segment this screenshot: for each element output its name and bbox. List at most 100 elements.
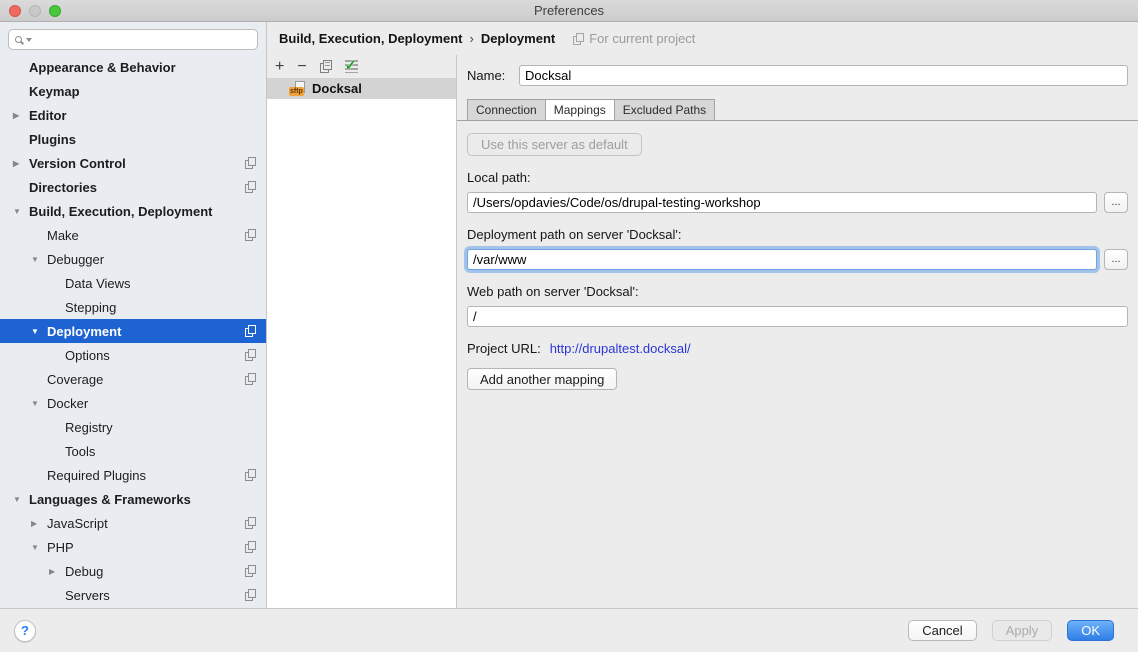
local-path-browse-button[interactable]: ... bbox=[1104, 192, 1128, 213]
tab-excluded-paths[interactable]: Excluded Paths bbox=[614, 99, 715, 120]
breadcrumb: Build, Execution, Deployment › Deploymen… bbox=[279, 31, 555, 46]
chevron-expanded-icon[interactable]: ▼ bbox=[12, 207, 29, 216]
shared-settings-icon bbox=[245, 349, 256, 361]
shared-settings-icon bbox=[245, 565, 256, 577]
server-panel: + − sftp Docksal bbox=[267, 55, 457, 608]
deployment-path-browse-button[interactable]: ... bbox=[1104, 249, 1128, 270]
sidebar-item-label: Servers bbox=[65, 588, 110, 603]
chevron-collapsed-icon[interactable]: ▶ bbox=[30, 519, 47, 528]
breadcrumb-separator: › bbox=[469, 31, 473, 46]
sidebar-item-label: Keymap bbox=[29, 84, 80, 99]
web-path-label: Web path on server 'Docksal': bbox=[467, 284, 1128, 299]
sidebar-item-label: Data Views bbox=[65, 276, 131, 291]
name-label: Name: bbox=[467, 68, 519, 83]
tabs-divider bbox=[457, 120, 1138, 121]
sidebar-item-required-plugins[interactable]: Required Plugins bbox=[0, 463, 266, 487]
sidebar-item-directories[interactable]: Directories bbox=[0, 175, 266, 199]
sidebar-item-options[interactable]: Options bbox=[0, 343, 266, 367]
sidebar-item-label: Build, Execution, Deployment bbox=[29, 204, 212, 219]
shared-settings-icon bbox=[245, 373, 256, 385]
web-path-row bbox=[467, 306, 1128, 327]
sidebar-item-label: Stepping bbox=[65, 300, 116, 315]
project-url-link[interactable]: http://drupaltest.docksal/ bbox=[550, 341, 691, 356]
chevron-expanded-icon[interactable]: ▼ bbox=[30, 255, 47, 264]
tab-connection[interactable]: Connection bbox=[467, 99, 546, 120]
local-path-input[interactable] bbox=[467, 192, 1097, 213]
sidebar-item-php[interactable]: ▼PHP bbox=[0, 535, 266, 559]
chevron-expanded-icon[interactable]: ▼ bbox=[30, 327, 47, 336]
remove-server-icon[interactable]: − bbox=[297, 59, 306, 75]
breadcrumb-parent[interactable]: Build, Execution, Deployment bbox=[279, 31, 462, 46]
sidebar-item-docker[interactable]: ▼Docker bbox=[0, 391, 266, 415]
sidebar-item-coverage[interactable]: Coverage bbox=[0, 367, 266, 391]
help-button[interactable]: ? bbox=[14, 620, 36, 642]
sidebar-item-label: Required Plugins bbox=[47, 468, 146, 483]
shared-settings-icon bbox=[245, 517, 256, 529]
deployment-path-label: Deployment path on server 'Docksal': bbox=[467, 227, 1128, 242]
shared-settings-icon bbox=[245, 541, 256, 553]
sidebar-item-make[interactable]: Make bbox=[0, 223, 266, 247]
chevron-collapsed-icon[interactable]: ▶ bbox=[12, 111, 29, 120]
sidebar-item-plugins[interactable]: Plugins bbox=[0, 127, 266, 151]
sidebar-item-label: Debugger bbox=[47, 252, 104, 267]
add-server-icon[interactable]: + bbox=[275, 59, 284, 75]
sidebar-item-debugger[interactable]: ▼Debugger bbox=[0, 247, 266, 271]
chevron-expanded-icon[interactable]: ▼ bbox=[30, 399, 47, 408]
shared-settings-icon bbox=[245, 469, 256, 481]
sidebar-item-appearance-behavior[interactable]: Appearance & Behavior bbox=[0, 55, 266, 79]
search-history-caret-icon[interactable] bbox=[26, 38, 32, 42]
sftp-server-icon: sftp bbox=[289, 81, 306, 97]
sidebar-item-version-control[interactable]: ▶Version Control bbox=[0, 151, 266, 175]
sidebar-item-keymap[interactable]: Keymap bbox=[0, 79, 266, 103]
deployment-path-row: ... bbox=[467, 249, 1128, 270]
preferences-window: Preferences Appearance & Behavior Keymap ▶… bbox=[0, 0, 1138, 652]
chevron-collapsed-icon[interactable]: ▶ bbox=[48, 567, 65, 576]
use-as-default-icon[interactable] bbox=[345, 60, 358, 73]
sidebar-item-tools[interactable]: Tools bbox=[0, 439, 266, 463]
panel-header: Build, Execution, Deployment › Deploymen… bbox=[267, 22, 1138, 55]
project-url-row: Project URL: http://drupaltest.docksal/ bbox=[467, 341, 1128, 356]
sidebar-item-deployment[interactable]: ▼Deployment bbox=[0, 319, 266, 343]
duplicate-server-icon[interactable] bbox=[320, 60, 332, 73]
sidebar-item-label: Directories bbox=[29, 180, 97, 195]
sidebar-item-servers[interactable]: Servers bbox=[0, 583, 266, 607]
sidebar-item-registry[interactable]: Registry bbox=[0, 415, 266, 439]
zoom-window-icon[interactable] bbox=[49, 5, 61, 17]
settings-search-box[interactable] bbox=[8, 29, 258, 50]
chevron-expanded-icon[interactable]: ▼ bbox=[30, 543, 47, 552]
local-path-row: ... bbox=[467, 192, 1128, 213]
sidebar-item-label: Version Control bbox=[29, 156, 126, 171]
server-item-docksal[interactable]: sftp Docksal bbox=[267, 78, 456, 99]
sidebar-item-stepping[interactable]: Stepping bbox=[0, 295, 266, 319]
apply-button[interactable]: Apply bbox=[992, 620, 1053, 641]
chevron-expanded-icon[interactable]: ▼ bbox=[12, 495, 29, 504]
window-title: Preferences bbox=[534, 3, 604, 18]
sidebar-item-label: Registry bbox=[65, 420, 113, 435]
footer-buttons: Cancel Apply OK bbox=[908, 620, 1114, 641]
server-item-label: Docksal bbox=[312, 81, 362, 96]
ok-button[interactable]: OK bbox=[1067, 620, 1114, 641]
server-list: sftp Docksal bbox=[267, 78, 456, 608]
search-input[interactable] bbox=[37, 32, 251, 48]
traffic-lights bbox=[9, 5, 61, 17]
search-icon bbox=[15, 36, 22, 43]
sidebar-item-build-execution-deployment[interactable]: ▼Build, Execution, Deployment bbox=[0, 199, 266, 223]
name-input[interactable] bbox=[519, 65, 1128, 86]
sidebar-item-javascript[interactable]: ▶JavaScript bbox=[0, 511, 266, 535]
sidebar-item-languages-frameworks[interactable]: ▼Languages & Frameworks bbox=[0, 487, 266, 511]
sidebar-item-label: Appearance & Behavior bbox=[29, 60, 176, 75]
sidebar-item-label: PHP bbox=[47, 540, 74, 555]
server-toolbar: + − bbox=[267, 55, 456, 78]
tab-mappings[interactable]: Mappings bbox=[545, 99, 615, 120]
web-path-input[interactable] bbox=[467, 306, 1128, 327]
sidebar-item-editor[interactable]: ▶Editor bbox=[0, 103, 266, 127]
close-window-icon[interactable] bbox=[9, 5, 21, 17]
add-mapping-button[interactable]: Add another mapping bbox=[467, 368, 617, 390]
cancel-button[interactable]: Cancel bbox=[908, 620, 976, 641]
sidebar-item-debug[interactable]: ▶Debug bbox=[0, 559, 266, 583]
deployment-path-input[interactable] bbox=[467, 249, 1097, 270]
sidebar-item-data-views[interactable]: Data Views bbox=[0, 271, 266, 295]
use-server-default-button[interactable]: Use this server as default bbox=[467, 133, 642, 156]
chevron-collapsed-icon[interactable]: ▶ bbox=[12, 159, 29, 168]
sidebar-item-label: JavaScript bbox=[47, 516, 108, 531]
